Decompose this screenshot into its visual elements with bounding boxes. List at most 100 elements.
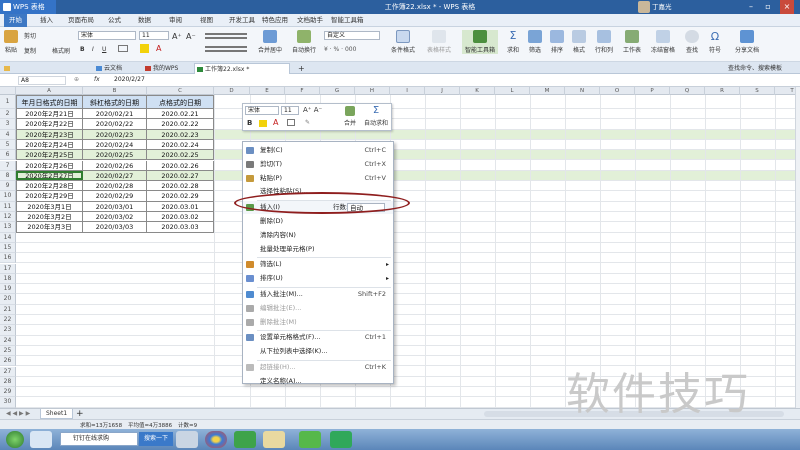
column-header[interactable]: J: [425, 87, 460, 95]
mini-autosum-button[interactable]: Σ 自动求和: [361, 106, 391, 128]
mini-bold-button[interactable]: B: [247, 119, 252, 127]
menu-item-hyperlink[interactable]: 超链接(H)... Ctrl+K: [243, 361, 393, 374]
format-button[interactable]: 格式: [569, 30, 589, 54]
wps-menu-button[interactable]: WPS 表格: [0, 0, 56, 14]
table-cell[interactable]: 2020.02.21: [147, 109, 214, 120]
mini-size-select[interactable]: 11: [281, 106, 299, 115]
table-cell[interactable]: 2020年3月2日: [16, 212, 83, 223]
paste-button[interactable]: 粘贴: [3, 30, 19, 54]
find-button[interactable]: 查找: [681, 30, 703, 54]
number-format-select[interactable]: 自定义: [324, 31, 380, 40]
menu-item-define-name[interactable]: 定义名称(A)...: [243, 375, 393, 388]
font-size-select[interactable]: 11: [139, 31, 169, 40]
column-header[interactable]: K: [460, 87, 495, 95]
table-cell[interactable]: 2020/03/01: [83, 201, 147, 212]
table-cell[interactable]: 2020/03/03: [83, 222, 147, 233]
row-header[interactable]: 9: [0, 181, 16, 192]
wrap-text-button[interactable]: 自动换行: [289, 30, 319, 54]
table-cell[interactable]: 2020/02/28: [83, 181, 147, 192]
mini-merge-button[interactable]: 合并: [341, 106, 359, 127]
row-header[interactable]: 24: [0, 335, 16, 346]
formula-input[interactable]: 2020/2/27: [112, 76, 792, 85]
worksheet-button[interactable]: 工作表: [619, 30, 645, 54]
column-header[interactable]: Q: [670, 87, 705, 95]
row-header[interactable]: 13: [0, 222, 16, 233]
menu-formula[interactable]: 公式: [108, 14, 121, 27]
row-header[interactable]: 3: [0, 119, 16, 130]
table-cell[interactable]: 2020.02.29: [147, 191, 214, 202]
bold-button[interactable]: B: [80, 46, 85, 53]
row-header[interactable]: 4: [0, 129, 16, 140]
column-header[interactable]: I: [390, 87, 425, 95]
underline-button[interactable]: U: [102, 46, 106, 53]
table-cell[interactable]: 2020/02/21: [83, 109, 147, 120]
vertical-scrollbar[interactable]: [795, 87, 800, 408]
row-header[interactable]: 17: [0, 263, 16, 274]
taskbar-sheet-icon[interactable]: [234, 431, 256, 448]
taskbar-search-input[interactable]: 钉钉在线求购: [60, 432, 138, 446]
menu-item-cut[interactable]: 剪切(T) Ctrl+X: [243, 158, 393, 171]
table-cell[interactable]: 2020年2月26日: [16, 160, 83, 171]
name-box[interactable]: A8: [18, 76, 66, 85]
table-cell[interactable]: 2020/02/27: [83, 170, 147, 182]
row-header[interactable]: 21: [0, 304, 16, 315]
menu-insert[interactable]: 插入: [40, 14, 53, 27]
table-cell[interactable]: 2020/03/02: [83, 212, 147, 223]
sort-button[interactable]: 排序: [547, 30, 567, 54]
table-cell[interactable]: 2020.02.26: [147, 160, 214, 171]
maximize-icon[interactable]: ▫: [761, 0, 775, 14]
menu-item-clear-content[interactable]: 清除内容(N): [243, 229, 393, 242]
menu-data[interactable]: 数据: [138, 14, 151, 27]
column-header[interactable]: S: [740, 87, 775, 95]
row-header[interactable]: 1: [0, 95, 16, 109]
table-cell[interactable]: 2020年2月22日: [16, 119, 83, 130]
zoom-icon[interactable]: ⊕: [74, 76, 79, 83]
column-header[interactable]: L: [495, 87, 530, 95]
table-cell[interactable]: 2020/02/22: [83, 119, 147, 130]
row-header[interactable]: 25: [0, 345, 16, 357]
taskbar-tools-icon[interactable]: [176, 431, 198, 448]
menu-item-copy[interactable]: 复制(C) Ctrl+C: [243, 144, 393, 157]
align-horizontal-icons[interactable]: [205, 46, 247, 52]
user-name[interactable]: 丁嘉光: [652, 0, 692, 14]
column-header[interactable]: E: [250, 87, 285, 95]
fx-button[interactable]: fx: [94, 76, 100, 83]
new-tab-button[interactable]: +: [296, 63, 305, 74]
table-header-cell[interactable]: 点格式的日期: [147, 95, 214, 109]
row-header[interactable]: 27: [0, 366, 16, 377]
column-header[interactable]: R: [705, 87, 740, 95]
row-header[interactable]: 30: [0, 397, 16, 408]
tab-workbook[interactable]: 工作簿22.xlsx *: [194, 63, 290, 74]
freeze-panes-button[interactable]: 冻结窗格: [647, 30, 679, 54]
table-cell[interactable]: 2020.02.22: [147, 119, 214, 130]
taskbar-wechat-icon[interactable]: [299, 431, 321, 448]
table-cell[interactable]: 2020年2月24日: [16, 139, 83, 151]
taskbar-search-button[interactable]: 搜索一下: [139, 432, 173, 446]
table-cell[interactable]: 2020.03.02: [147, 212, 214, 223]
taskbar-wps-sheet-icon[interactable]: [330, 431, 352, 448]
column-header[interactable]: G: [320, 87, 355, 95]
select-all-corner[interactable]: [0, 87, 16, 95]
table-cell[interactable]: 2020.02.27: [147, 170, 214, 182]
table-cell[interactable]: 2020年2月28日: [16, 181, 83, 192]
tab-cloud-docs[interactable]: 云文档: [94, 63, 122, 74]
smart-toolbox-button[interactable]: 智能工具箱: [462, 30, 498, 54]
menu-item-sort[interactable]: 排序(U) ▸: [243, 272, 393, 285]
filter-button[interactable]: 筛选: [525, 30, 545, 54]
table-cell[interactable]: 2020.03.01: [147, 201, 214, 212]
row-col-button[interactable]: 行和列: [591, 30, 617, 54]
menu-view[interactable]: 视图: [200, 14, 213, 27]
row-header[interactable]: 14: [0, 232, 16, 243]
column-header[interactable]: N: [565, 87, 600, 95]
row-header[interactable]: 19: [0, 284, 16, 295]
sheet-tab-sheet1[interactable]: Sheet1: [40, 409, 74, 419]
row-header[interactable]: 8: [0, 170, 16, 182]
row-header[interactable]: 5: [0, 139, 16, 151]
font-color-icon[interactable]: A: [156, 44, 161, 53]
sum-button[interactable]: Σ 求和: [503, 30, 523, 55]
mini-font-select[interactable]: 宋体: [245, 106, 279, 115]
table-style-button[interactable]: 表格样式: [422, 30, 456, 54]
menu-item-insert-comment[interactable]: 插入批注(M)... Shift+F2: [243, 288, 393, 301]
row-header[interactable]: 7: [0, 160, 16, 171]
conditional-format-button[interactable]: 条件格式: [388, 30, 418, 54]
